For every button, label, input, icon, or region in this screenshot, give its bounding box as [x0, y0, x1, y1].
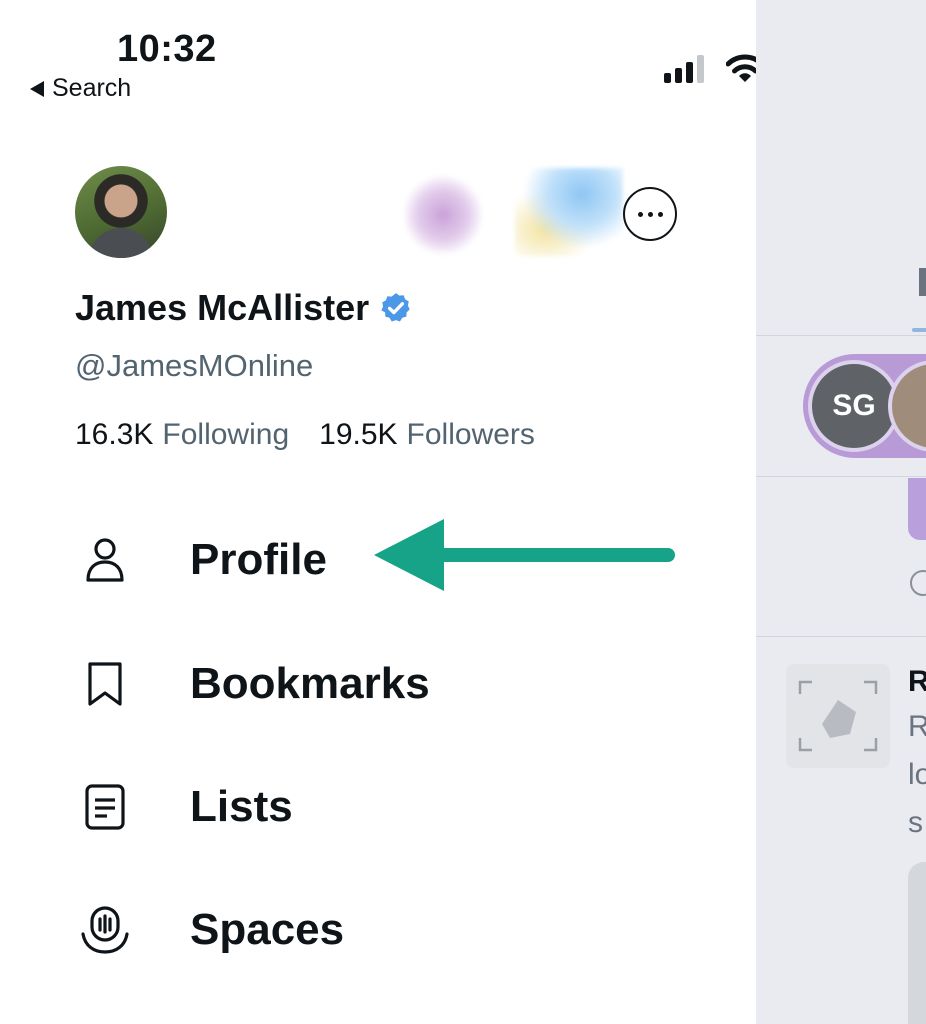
person-icon — [75, 530, 135, 590]
menu-item-profile[interactable]: Profile — [75, 528, 327, 592]
tab-fragment — [919, 268, 926, 296]
back-triangle-icon — [30, 80, 44, 97]
followers-link[interactable]: 19.5K Followers — [319, 418, 535, 452]
following-link[interactable]: 16.3K Following — [75, 418, 289, 452]
menu-item-label: Lists — [190, 782, 293, 831]
text-fragment: s — [908, 806, 923, 839]
dot-icon — [637, 211, 643, 217]
card-fragment — [908, 478, 926, 540]
back-label: Search — [52, 74, 132, 102]
status-time: 10:32 — [117, 28, 217, 70]
spaces-avatar[interactable]: SG — [808, 360, 900, 452]
dot-icon — [647, 211, 653, 217]
background-feed: SG R R lo s — [756, 0, 926, 1024]
text-fragment: R — [908, 665, 926, 698]
menu-item-spaces[interactable]: Spaces — [75, 898, 344, 962]
avatar[interactable] — [75, 166, 167, 258]
post-thumbnail[interactable] — [786, 664, 890, 768]
menu-item-label: Profile — [190, 535, 327, 584]
verified-badge-icon — [381, 293, 410, 322]
account-switch-avatar[interactable] — [515, 168, 623, 256]
tab-indicator — [912, 328, 926, 332]
divider — [756, 335, 926, 336]
side-drawer: 10:32 Search James McAllister @JamesMOnl… — [0, 0, 848, 1024]
followers-count: 19.5K — [319, 418, 398, 451]
annotation-arrow — [374, 519, 675, 591]
dot-icon — [657, 211, 663, 217]
menu-item-label: Bookmarks — [190, 659, 430, 708]
account-handle: @JamesMOnline — [75, 348, 314, 383]
following-count: 16.3K — [75, 418, 154, 451]
divider — [756, 636, 926, 637]
display-name: James McAllister — [75, 287, 370, 328]
account-switch-avatar[interactable] — [403, 175, 483, 255]
card-fragment — [908, 862, 926, 1024]
divider — [756, 476, 926, 477]
menu-item-label: Spaces — [190, 905, 345, 954]
spaces-icon — [75, 900, 135, 960]
more-accounts-button[interactable] — [623, 187, 677, 241]
menu-item-lists[interactable]: Lists — [75, 775, 293, 839]
account-name: James McAllister — [75, 287, 413, 329]
list-icon — [75, 777, 135, 837]
text-fragment: lo — [908, 758, 926, 791]
back-to-search-link[interactable]: Search — [30, 74, 131, 103]
bookmark-icon — [75, 654, 135, 714]
follow-counts: 16.3K Following 19.5K Followers — [75, 418, 535, 452]
cellular-signal-icon — [664, 55, 704, 83]
following-label: Following — [162, 418, 290, 451]
followers-label: Followers — [406, 418, 535, 451]
text-fragment: R — [908, 710, 926, 743]
menu-item-bookmarks[interactable]: Bookmarks — [75, 652, 430, 716]
reply-icon — [910, 570, 926, 596]
